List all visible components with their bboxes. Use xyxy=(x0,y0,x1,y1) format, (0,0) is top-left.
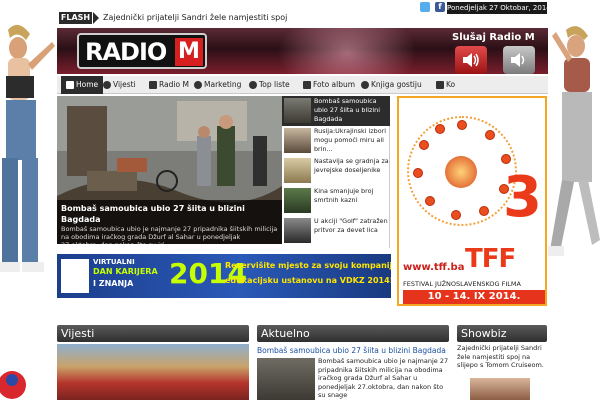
tff-dot xyxy=(451,210,461,220)
radio-icon xyxy=(149,81,157,89)
list-item[interactable]: Kina smanjuje broj smrtnih kazni xyxy=(282,186,390,216)
twitter-icon[interactable] xyxy=(420,2,430,12)
news-title: Nastavlja se gradnja za jevrejske doselj… xyxy=(314,157,389,174)
tff-festival-name: FESTIVAL JUŽNOSLAVENSKOG FILMA xyxy=(403,280,521,288)
speaker-icon xyxy=(511,53,525,67)
news-list: Bombaš samoubica ubio 27 šiita u blizini… xyxy=(282,96,390,248)
news-thumbnail xyxy=(284,128,311,153)
main-navigation: Home Vijesti Radio M Marketing Top liste… xyxy=(57,76,548,94)
featured-caption: Bombaš samoubica ubio 27 šiita u blizini… xyxy=(57,200,282,244)
career-cta-line1: Rezervišite mjesto za svoju kompaniju il… xyxy=(225,261,391,270)
list-item[interactable]: Bombaš samoubica ubio 27 šiita u blizini… xyxy=(282,96,390,126)
facebook-icon[interactable]: f xyxy=(435,2,445,12)
news-thumbnail xyxy=(284,98,311,123)
tff-dates: 10 - 14. IX 2014. xyxy=(403,290,545,304)
nav-item-kontakt[interactable]: Ko xyxy=(434,76,455,94)
radio-m-logo[interactable]: RADIO M xyxy=(77,33,207,69)
pencil-icon xyxy=(361,81,369,89)
flash-label: FLASH xyxy=(59,12,92,24)
news-title: U akciji "Golf" zatražen pritvor za deve… xyxy=(314,217,388,234)
career-logo xyxy=(61,259,89,293)
nav-item-top-liste[interactable]: Top liste xyxy=(247,76,290,94)
news-thumbnail xyxy=(284,188,311,213)
nav-item-radio-m[interactable]: Radio M xyxy=(147,76,189,94)
nav-item-label: Radio M xyxy=(159,80,189,89)
dancer-right-image xyxy=(548,0,600,400)
nav-item-label: Marketing xyxy=(204,80,242,89)
site-header: RADIO M Slušaj Radio M xyxy=(57,28,548,74)
nav-item-marketing[interactable]: Marketing xyxy=(192,76,241,94)
logo-m-text: M xyxy=(175,38,203,66)
logo-radio-text: RADIO xyxy=(85,38,167,66)
tff-url: www.tff.ba xyxy=(403,262,465,273)
tff-logo-text: TFF xyxy=(465,244,516,274)
left-dancer-decoration xyxy=(0,0,57,400)
career-line2: DAN KARIJERA xyxy=(93,267,158,276)
career-day-banner[interactable]: VIRTUALNI DAN KARIJERA I ZNANJA 2014 Rez… xyxy=(57,254,391,298)
disc-icon xyxy=(249,81,257,89)
pen-icon xyxy=(194,81,202,89)
list-item[interactable]: Rusija:Ukrajinski izbori mogu pomoći mir… xyxy=(282,126,390,156)
nav-item-label: Ko xyxy=(446,80,456,89)
nav-item-foto-album[interactable]: Foto album xyxy=(301,76,355,94)
featured-excerpt: Bombaš samoubica ubio je najmanje 27 pri… xyxy=(61,225,278,244)
nav-item-vijesti[interactable]: Vijesti xyxy=(101,76,136,94)
tff-dot xyxy=(501,154,511,164)
news-title: Kina smanjuje broj smrtnih kazni xyxy=(314,187,374,204)
nav-item-label: Foto album xyxy=(313,80,356,89)
showbiz-thumbnail[interactable] xyxy=(470,378,530,400)
nav-item-label: Home xyxy=(76,80,99,89)
nav-item-label: Vijesti xyxy=(113,80,136,89)
list-item[interactable]: Nastavlja se gradnja za jevrejske doselj… xyxy=(282,156,390,186)
listen-speaker-button[interactable] xyxy=(455,46,487,74)
camera-icon xyxy=(303,81,311,89)
listen-label: Slušaj Radio M xyxy=(452,32,535,43)
news-title: Rusija:Ukrajinski izbori mogu pomoći mir… xyxy=(314,127,387,153)
flash-bar: FLASH Zajednički prijatelji Sandri žele … xyxy=(57,0,551,26)
featured-title[interactable]: Bombaš samoubica ubio 27 šiita u blizini… xyxy=(61,203,278,225)
tff-number-three: 3 xyxy=(503,165,542,230)
dancer-left-image xyxy=(0,0,57,400)
nav-item-home[interactable]: Home xyxy=(61,76,104,94)
featured-story[interactable]: Bombaš samoubica ubio 27 šiita u blizini… xyxy=(57,96,282,244)
tff-dot xyxy=(457,120,467,130)
nav-item-label: Top liste xyxy=(259,80,290,89)
section-heading-aktuelno[interactable]: Aktuelno xyxy=(257,325,449,342)
globe-icon xyxy=(103,81,111,89)
tff-dot xyxy=(435,124,445,134)
aktuelno-excerpt: Bombaš samoubica ubio je najmanje 27 pri… xyxy=(318,357,449,399)
section-heading-showbiz[interactable]: Showbiz xyxy=(457,325,547,342)
list-item[interactable]: U akciji "Golf" zatražen pritvor za deve… xyxy=(282,216,390,246)
career-cta-line2: edukacijsku ustanovu na VDKZ 2014! xyxy=(225,276,391,285)
tff-dot xyxy=(419,140,429,150)
news-thumbnail xyxy=(284,218,311,243)
tff-dot xyxy=(413,168,423,178)
aktuelno-title[interactable]: Bombaš samoubica ubio 27 šiita u blizini… xyxy=(257,346,449,355)
section-heading-vijesti[interactable]: Vijesti xyxy=(57,325,249,342)
tff-dot xyxy=(485,130,495,140)
mail-icon xyxy=(436,81,444,89)
right-dancer-decoration xyxy=(548,0,600,400)
flash-arrow-icon xyxy=(93,12,99,24)
career-line3: I ZNANJA xyxy=(93,279,134,288)
vijesti-photo[interactable] xyxy=(57,344,249,400)
listen-speaker-alt-button[interactable] xyxy=(503,46,535,74)
news-title: Bombaš samoubica ubio 27 šiita u blizini… xyxy=(314,97,380,123)
tff-dot xyxy=(425,196,435,206)
career-line1: VIRTUALNI xyxy=(93,258,135,266)
showbiz-excerpt[interactable]: Zajednički prijatelji Sandri žele namjes… xyxy=(457,344,549,370)
nav-item-knjiga-gostiju[interactable]: Knjiga gostiju xyxy=(359,76,422,94)
aktuelno-thumbnail[interactable] xyxy=(257,358,315,400)
home-icon xyxy=(66,81,74,89)
tff-center-circle xyxy=(445,156,477,188)
tff-festival-ad[interactable]: 3 TFF www.tff.ba FESTIVAL JUŽNOSLAVENSKO… xyxy=(397,96,547,306)
speaker-icon xyxy=(463,53,479,67)
news-thumbnail xyxy=(284,158,311,183)
header-glow xyxy=(277,28,417,74)
current-date: Ponedjeljak 27 Oktobar, 2014 xyxy=(447,2,551,14)
tff-dot xyxy=(479,206,489,216)
nav-item-label: Knjiga gostiju xyxy=(371,80,422,89)
flash-ticker-link[interactable]: Zajednički prijatelji Sandri žele namjes… xyxy=(103,12,287,24)
